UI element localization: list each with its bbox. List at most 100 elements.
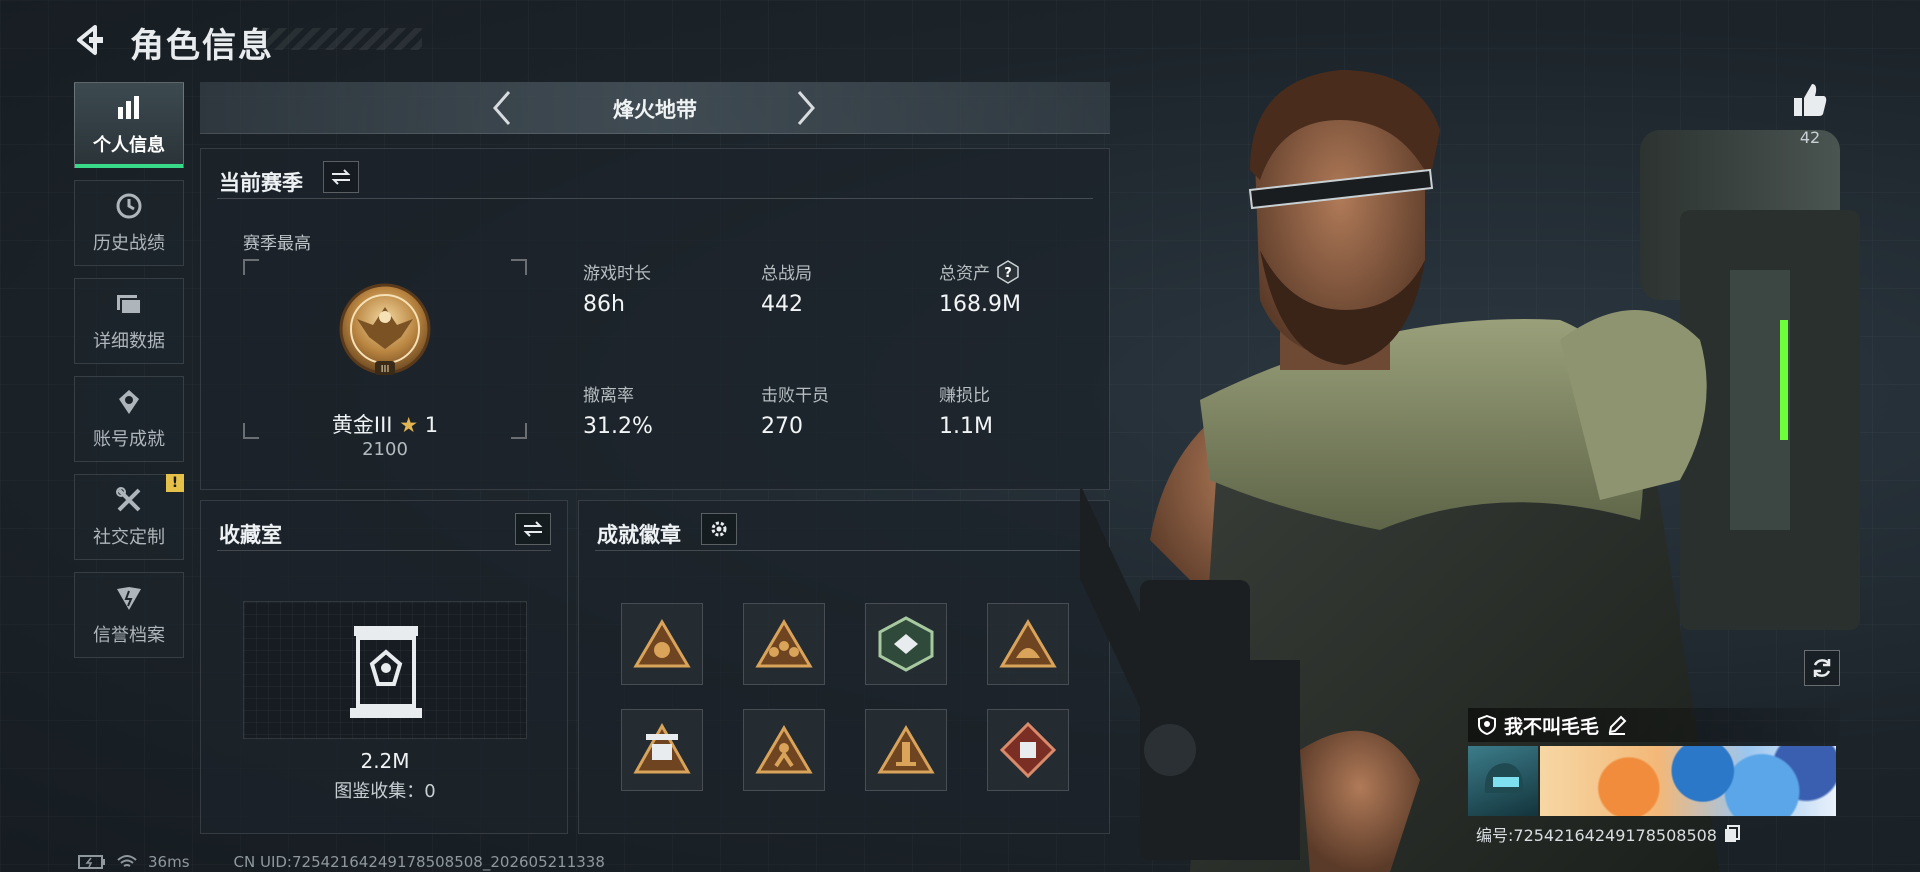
stat-label: 撤离率 [583, 386, 634, 406]
player-uid-row: 编号:7254216424917850850​8 [1468, 822, 1840, 846]
player-name-row: 我不叫毛毛 [1468, 708, 1840, 742]
season-switch-button[interactable] [323, 161, 359, 193]
frame-corner [511, 259, 527, 275]
help-mark: ? [1004, 266, 1012, 281]
stat-label: 总资产 [939, 264, 990, 284]
stat-value: 31.2% [583, 414, 653, 439]
collection-switch-button[interactable] [515, 513, 551, 545]
rank-score: 2100 [362, 439, 408, 460]
footer-uid: CN UID:7254216424917850850​8_20260521133… [233, 853, 605, 871]
player-uid: 编号:7254216424917850850​8 [1476, 826, 1717, 845]
stat-extraction-rate: 撤离率 31.2% [583, 381, 733, 439]
title-decoration [262, 28, 422, 50]
sidebar-item-label: 社交定制 [93, 527, 165, 548]
badge-tower-icon [877, 725, 935, 774]
back-button[interactable] [70, 18, 110, 62]
season-title: 当前赛季 [219, 171, 303, 195]
swap-icon [331, 169, 351, 185]
stat-label: 赚损比 [939, 386, 990, 406]
sidebar-item-achievements[interactable]: 账号成就 [74, 376, 184, 462]
tools-icon [114, 485, 144, 515]
star-icon: ★ [399, 413, 419, 437]
stat-profit-loss: 赚损比 1.1M [939, 381, 1089, 439]
collection-title: 收藏室 [219, 523, 282, 547]
sidebar-nav: 个人信息 历史战绩 详细数据 账号成就 ! 社交定制 信誉档案 [74, 82, 186, 670]
rank-emblem-icon: III [339, 283, 431, 375]
season-best-label: 赛季最高 [243, 234, 311, 254]
reputation-icon [114, 583, 144, 613]
stat-value: 1.1M [939, 414, 993, 439]
rotate-model-button[interactable] [1804, 650, 1840, 686]
sidebar-item-label: 个人信息 [93, 135, 165, 156]
stat-total-assets: 总资产 ? 168.9M [939, 259, 1089, 317]
mode-next-button[interactable] [784, 86, 828, 130]
display-case-icon [350, 626, 422, 718]
name-plate-card [1540, 746, 1836, 816]
badge-slot[interactable] [743, 603, 825, 685]
season-panel-header: 当前赛季 [217, 159, 1093, 199]
sidebar-item-social[interactable]: ! 社交定制 [74, 474, 184, 560]
badges-panel: 成就徽章 [578, 500, 1110, 834]
alert-badge: ! [166, 474, 184, 492]
edit-pencil-icon[interactable] [1607, 715, 1627, 735]
stat-playtime: 游戏时长 86h [583, 259, 733, 317]
sidebar-item-reputation[interactable]: 信誉档案 [74, 572, 184, 658]
chevron-right-icon [797, 91, 815, 125]
badge-robot-icon [633, 722, 691, 774]
sidebar-item-profile[interactable]: 个人信息 [74, 82, 184, 168]
mode-selector: 烽火地带 [200, 82, 1110, 134]
folder-icon [114, 289, 144, 319]
collection-panel-header: 收藏室 [217, 511, 551, 551]
badge-hexagon-icon [878, 616, 934, 672]
badge-slot[interactable] [865, 709, 947, 791]
badge-slot[interactable] [987, 709, 1069, 791]
sidebar-item-label: 详细数据 [93, 331, 165, 352]
badge-figure-icon [755, 725, 813, 774]
status-bar: 36ms CN UID:7254216424917850850​8_202605… [78, 852, 605, 872]
badges-settings-button[interactable] [701, 513, 737, 545]
stat-label-row: 总资产 ? [939, 259, 1089, 284]
collection-preview[interactable] [243, 601, 527, 739]
svg-text:III: III [381, 364, 390, 375]
like-count: 42 [1799, 128, 1821, 147]
stat-value: 168.9M [939, 292, 1021, 317]
rotate-icon [1813, 659, 1831, 677]
badge-slot[interactable] [621, 603, 703, 685]
history-clock-icon [114, 191, 144, 221]
thumbs-up-icon [1794, 84, 1827, 116]
stat-label: 游戏时长 [583, 264, 651, 284]
badge-slot[interactable] [621, 709, 703, 791]
rank-star-count: 1 [424, 413, 439, 437]
badge-slot[interactable] [743, 709, 825, 791]
stat-value: 86h [583, 292, 625, 317]
frame-corner [243, 259, 259, 275]
badge-slot[interactable] [987, 603, 1069, 685]
battery-icon [78, 855, 105, 869]
stat-label: 击败干员 [761, 386, 829, 406]
badge-triangle-icon [633, 619, 691, 668]
sidebar-item-label: 信誉档案 [93, 625, 165, 646]
avatar[interactable] [1468, 746, 1538, 816]
bar-chart-icon [114, 93, 144, 123]
help-icon[interactable]: ? [996, 259, 1020, 284]
gear-icon [711, 521, 727, 537]
collection-count: 图鉴收集：0 [334, 781, 436, 802]
like-button[interactable] [1786, 78, 1834, 122]
achievement-icon [114, 387, 144, 417]
sidebar-item-label: 历史战绩 [93, 233, 165, 254]
stat-label: 总战局 [761, 264, 812, 284]
badge-slot[interactable] [865, 603, 947, 685]
mode-name: 烽火地带 [613, 98, 697, 122]
back-arrow-icon [77, 25, 103, 55]
badge-diamond-icon [999, 721, 1057, 779]
stat-total-matches: 总战局 442 [761, 259, 911, 317]
wifi-icon [117, 855, 137, 867]
player-card: 我不叫毛毛 编号:7254216424917850850​8 [1468, 708, 1840, 846]
page-title: 角色信息 [130, 26, 274, 66]
collection-panel: 收藏室 2.2M 图鉴收集：0 [200, 500, 568, 834]
sidebar-item-history[interactable]: 历史战绩 [74, 180, 184, 266]
copy-icon[interactable] [1723, 825, 1741, 843]
swap-icon [523, 521, 543, 537]
sidebar-item-details[interactable]: 详细数据 [74, 278, 184, 364]
ping-value: 36ms [148, 853, 190, 871]
